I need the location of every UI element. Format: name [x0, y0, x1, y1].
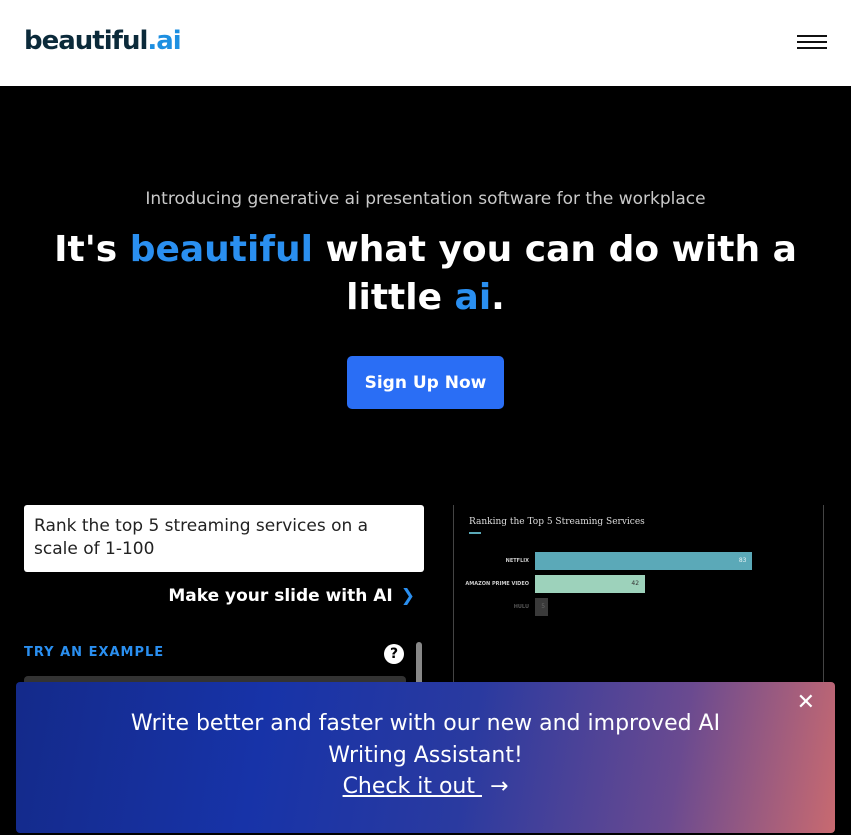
banner-text: Write better and faster with our new and…	[130, 711, 721, 768]
chevron-right-icon: ❯	[400, 586, 415, 606]
title-underline	[469, 532, 481, 534]
bar: 42	[535, 575, 646, 593]
chart-title: Ranking the Top 5 Streaming Services	[469, 517, 645, 527]
bar-label: AMAZON PRIME VIDEO	[465, 581, 529, 587]
site-header: beautiful.ai	[0, 0, 851, 86]
bar-label: NETFLIX	[505, 558, 529, 564]
bar-value: 42	[631, 580, 640, 587]
bar-row: HULU 5	[454, 598, 823, 616]
make-slide-button[interactable]: Make your slide with AI ❯	[168, 586, 415, 606]
bar-value: 83	[738, 557, 747, 564]
bar: 83	[535, 552, 753, 570]
close-icon[interactable]: ✕	[797, 690, 815, 715]
check-it-out-link[interactable]: Check it out →	[343, 774, 509, 799]
logo-text: beautiful	[24, 26, 148, 56]
bar-row: AMAZON PRIME VIDEO 42	[454, 575, 823, 593]
bar: 5	[535, 598, 549, 616]
logo[interactable]: beautiful.ai	[24, 26, 182, 56]
headline: It's beautiful what you can do with a li…	[54, 229, 797, 318]
bar-value: 5	[541, 603, 546, 610]
help-icon[interactable]: ?	[384, 644, 404, 664]
slide-preview: Ranking the Top 5 Streaming Services NET…	[453, 505, 824, 695]
hamburger-icon[interactable]	[797, 35, 827, 51]
logo-dot: .	[147, 26, 157, 56]
bar-label: HULU	[513, 604, 529, 610]
promo-banner: Write better and faster with our new and…	[16, 682, 835, 833]
sign-up-button[interactable]: Sign Up Now	[347, 356, 504, 409]
prompt-input[interactable]: Rank the top 5 streaming services on a s…	[24, 505, 424, 572]
intro-text: Introducing generative ai presentation s…	[145, 189, 706, 209]
logo-ai: ai	[156, 26, 181, 56]
try-example-label: TRY AN EXAMPLE	[24, 645, 165, 660]
bar-row: NETFLIX 83	[454, 552, 823, 570]
arrow-right-icon: →	[490, 774, 509, 799]
